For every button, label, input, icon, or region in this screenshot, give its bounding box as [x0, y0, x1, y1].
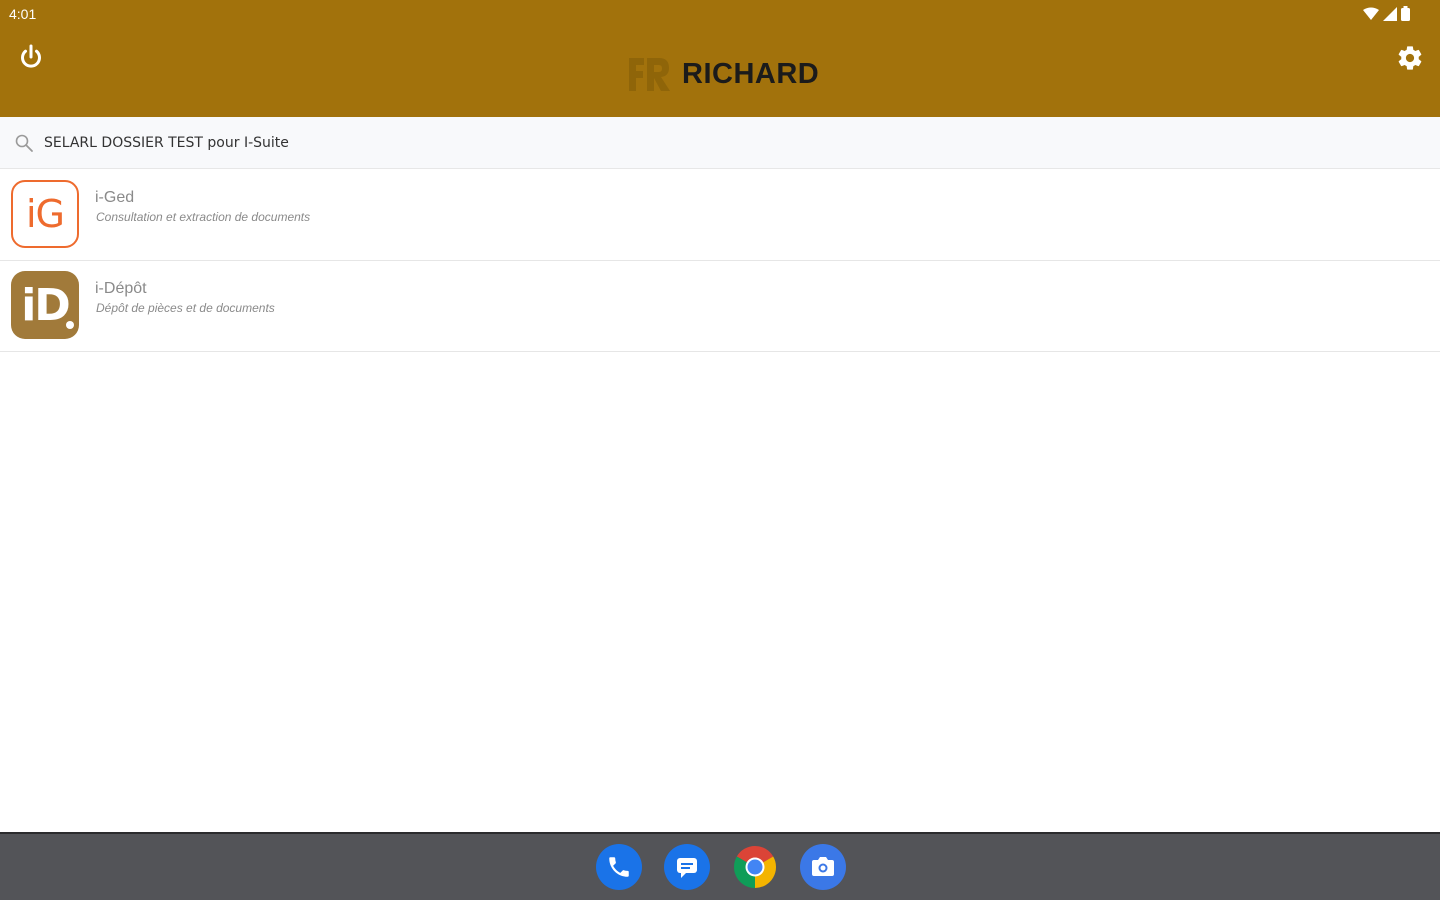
- list-item-subtitle: Consultation et extraction de documents: [96, 210, 311, 224]
- power-button[interactable]: [16, 42, 46, 72]
- app-bar: 4:01 RICHARD: [0, 0, 1440, 117]
- phone-icon: [609, 857, 629, 877]
- i-depot-dot: [66, 321, 74, 329]
- list-item-i-depot[interactable]: iD i-Dépôt Dépôt de pièces et de documen…: [0, 261, 1440, 352]
- search-bar: [0, 117, 1440, 169]
- camera-icon: [812, 857, 834, 876]
- messages-icon: [677, 858, 697, 878]
- camera-app-button[interactable]: [800, 844, 846, 890]
- list-item-title: i-Ged: [95, 189, 135, 206]
- chrome-app-button[interactable]: [732, 844, 778, 890]
- chrome-icon: [733, 845, 777, 888]
- settings-button[interactable]: [1396, 44, 1424, 72]
- signal-icon: [1383, 6, 1397, 21]
- status-icons: [1363, 6, 1410, 21]
- list-item-title: i-Dépôt: [95, 280, 147, 297]
- brand-logo: RICHARD: [626, 52, 819, 96]
- messages-app-button[interactable]: [664, 844, 710, 890]
- list-item-i-ged[interactable]: iG i-Ged Consultation et extraction de d…: [0, 170, 1440, 261]
- battery-icon: [1401, 6, 1410, 21]
- i-ged-app-icon: iG: [11, 180, 79, 248]
- search-icon: [15, 134, 33, 152]
- i-depot-app-icon: iD: [11, 271, 79, 339]
- phone-app-button[interactable]: [596, 844, 642, 890]
- dock: [596, 844, 846, 890]
- wifi-icon: [1363, 7, 1379, 20]
- search-input[interactable]: [44, 130, 744, 156]
- richard-logo-icon: [629, 58, 670, 91]
- power-icon: [21, 44, 41, 68]
- list-item-subtitle: Dépôt de pièces et de documents: [96, 301, 275, 315]
- app-list: iG i-Ged Consultation et extraction de d…: [0, 170, 1440, 352]
- brand-name: RICHARD: [682, 57, 820, 90]
- gear-icon: [1398, 46, 1422, 70]
- status-time: 4:01: [9, 6, 37, 22]
- system-nav-bar: [0, 832, 1440, 900]
